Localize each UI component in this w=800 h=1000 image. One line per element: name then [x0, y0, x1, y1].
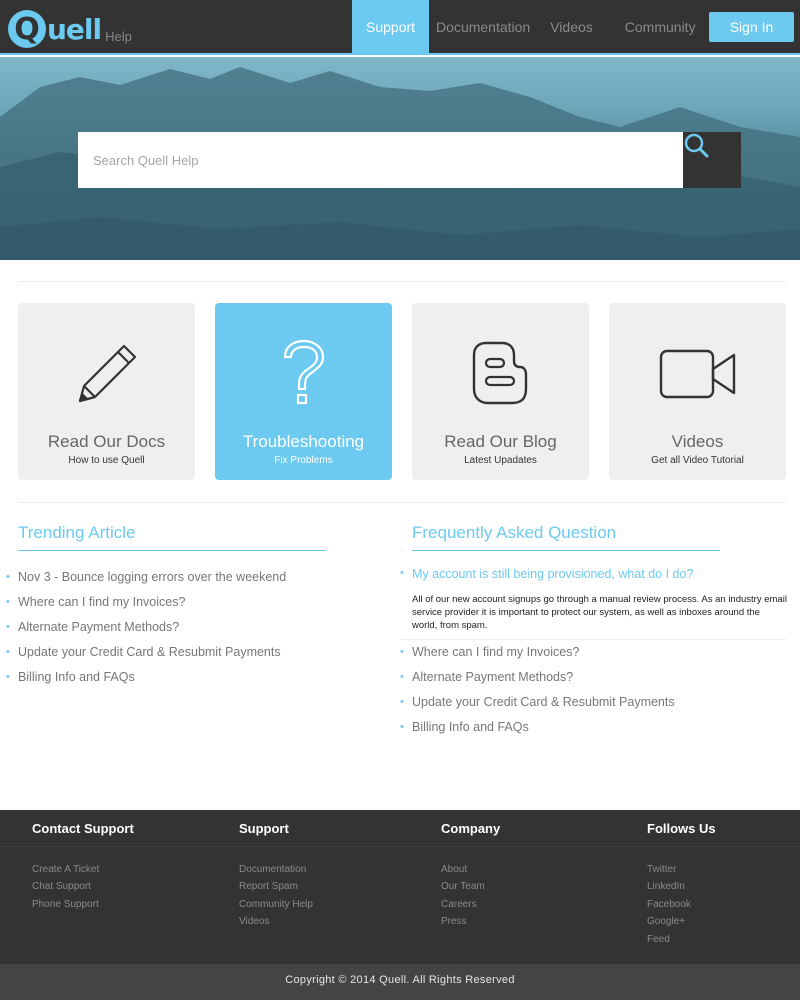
footer-link[interactable]: Report Spam [239, 881, 313, 898]
video-camera-icon [659, 349, 735, 399]
card-icon-wrap [609, 339, 786, 409]
nav-link-documentation[interactable]: Documentation [429, 0, 540, 55]
footer-heading: Follows Us [647, 821, 716, 836]
footer-links: Documentation Report Spam Community Help… [239, 864, 313, 934]
copyright: Copyright © 2014 Quell. All Rights Reser… [0, 964, 800, 1000]
faq-item[interactable]: Billing Info and FAQs [400, 715, 675, 740]
trending-list: Nov 3 - Bounce logging errors over the w… [6, 565, 286, 690]
trending-rule [18, 550, 326, 551]
footer-link[interactable]: Our Team [441, 881, 500, 898]
footer-link[interactable]: About [441, 864, 500, 881]
card-icon-wrap [18, 339, 195, 409]
sign-in-button[interactable]: Sign In [709, 12, 794, 42]
faq-title: Frequently Asked Question [412, 523, 617, 542]
card-subtitle: How to use Quell [68, 455, 145, 466]
logo-sub: Help [105, 29, 132, 44]
footer-link[interactable]: Twitter [647, 864, 716, 881]
footer-col-contact: Contact Support Create A Ticket Chat Sup… [32, 822, 134, 916]
footer-link[interactable]: Phone Support [32, 899, 134, 916]
footer-links: Twitter LinkedIn Facebook Google+ Feed [647, 864, 716, 951]
trending-item[interactable]: Update your Credit Card & Resubmit Payme… [6, 640, 286, 665]
faq-rule [412, 550, 720, 551]
card-title: Read Our Docs [47, 432, 166, 451]
search-input[interactable] [78, 132, 683, 188]
nav-links: Support Documentation Videos Community [352, 0, 706, 55]
divider [18, 281, 786, 282]
trending-item[interactable]: Where can I find my Invoices? [6, 590, 286, 615]
card-subtitle: Get all Video Tutorial [651, 455, 744, 466]
footer-link[interactable]: Google+ [647, 916, 716, 933]
top-nav: Q uell Help Support Documentation Videos… [0, 0, 800, 55]
footer-col-company: Company About Our Team Careers Press [441, 822, 500, 934]
nav-link-videos[interactable]: Videos [540, 0, 603, 55]
question-mark-icon [283, 339, 324, 405]
footer-link[interactable]: Feed [647, 934, 716, 951]
card-title: Troubleshooting [242, 432, 365, 451]
footer-col-follow: Follows Us Twitter LinkedIn Facebook Goo… [647, 822, 716, 951]
card-icon-wrap [412, 339, 589, 409]
card-videos[interactable]: Videos Get all Video Tutorial [609, 303, 786, 480]
card-read-docs[interactable]: Read Our Docs How to use Quell [18, 303, 195, 480]
card-icon-wrap [215, 339, 392, 409]
footer-link[interactable]: Chat Support [32, 881, 134, 898]
search-button[interactable] [683, 132, 741, 188]
nav-link-community[interactable]: Community [603, 0, 706, 55]
card-subtitle: Latest Upadates [464, 455, 537, 466]
footer-link[interactable]: LinkedIn [647, 881, 716, 898]
trending-item[interactable]: Billing Info and FAQs [6, 665, 286, 690]
logo[interactable]: Q uell Help [8, 8, 132, 48]
footer-links: About Our Team Careers Press [441, 864, 500, 934]
logo-text: uell [47, 12, 102, 48]
faq-active-answer: All of our new account signups go throug… [412, 594, 787, 631]
footer-col-support: Support Documentation Report Spam Commun… [239, 822, 313, 934]
faq-list: Where can I find my Invoices? Alternate … [400, 640, 675, 740]
trending-item[interactable]: Alternate Payment Methods? [6, 615, 286, 640]
search-icon [684, 133, 709, 158]
faq-active-question[interactable]: My account is still being provisioned, w… [400, 567, 693, 581]
logo-text-rest: uell [47, 13, 102, 46]
footer-link[interactable]: Documentation [239, 864, 313, 881]
footer-links: Create A Ticket Chat Support Phone Suppo… [32, 864, 134, 916]
blogger-icon [472, 341, 527, 405]
footer-link[interactable]: Create A Ticket [32, 864, 134, 881]
card-read-blog[interactable]: Read Our Blog Latest Upadates [412, 303, 589, 480]
footer: Contact Support Create A Ticket Chat Sup… [0, 810, 800, 964]
footer-link[interactable]: Community Help [239, 899, 313, 916]
faq-item[interactable]: Update your Credit Card & Resubmit Payme… [400, 690, 675, 715]
divider [18, 502, 786, 503]
trending-title: Trending Article [18, 523, 136, 542]
footer-heading: Contact Support [32, 821, 134, 836]
pencil-icon [78, 344, 136, 403]
card-title: Read Our Blog [444, 432, 557, 451]
trending-item[interactable]: Nov 3 - Bounce logging errors over the w… [6, 565, 286, 590]
card-troubleshooting[interactable]: Troubleshooting Fix Problems [215, 303, 392, 480]
faq-item[interactable]: Where can I find my Invoices? [400, 640, 675, 665]
footer-heading: Company [441, 821, 501, 836]
hero-banner [0, 57, 800, 260]
logo-badge: Q [8, 10, 46, 48]
footer-link[interactable]: Facebook [647, 899, 716, 916]
faq-item[interactable]: Alternate Payment Methods? [400, 665, 675, 690]
card-subtitle: Fix Problems [274, 455, 333, 466]
nav-link-support[interactable]: Support [352, 0, 430, 55]
footer-heading: Support [239, 821, 289, 836]
footer-link[interactable]: Videos [239, 916, 313, 933]
card-title: Videos [671, 432, 724, 451]
footer-link[interactable]: Careers [441, 899, 500, 916]
footer-link[interactable]: Press [441, 916, 500, 933]
